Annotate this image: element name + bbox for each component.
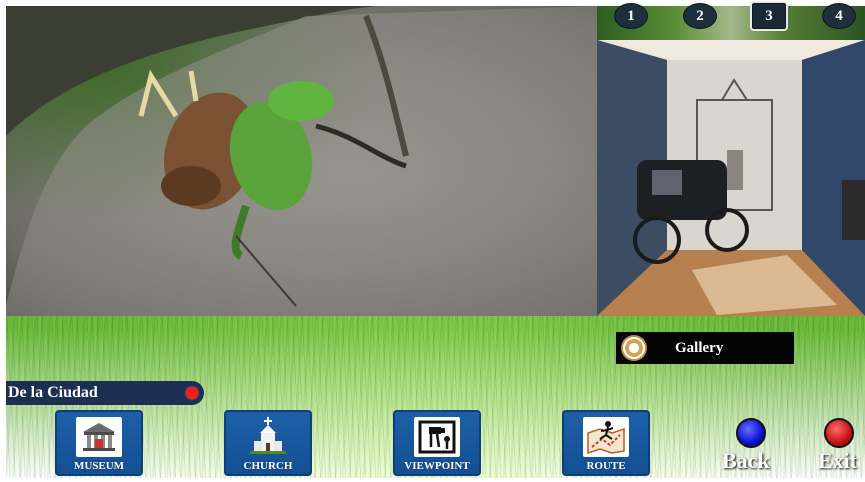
viewpoint-label: VIEWPOINT <box>404 460 470 472</box>
gallery-label: Gallery <box>675 339 724 356</box>
gallery-label-box[interactable]: Gallery <box>616 332 794 364</box>
route-label: ROUTE <box>586 460 626 472</box>
viewpoint-button[interactable]: VIEWPOINT <box>393 410 481 476</box>
location-status-dot <box>186 387 198 399</box>
route-icon <box>583 417 629 457</box>
location-bar: De la Ciudad <box>6 381 204 405</box>
back-label[interactable]: Back <box>722 448 770 474</box>
video-player[interactable] <box>6 6 597 316</box>
location-name: De la Ciudad <box>8 384 98 401</box>
thumbnail-button-1[interactable]: 1 <box>614 3 648 29</box>
route-button[interactable]: ROUTE <box>562 410 650 476</box>
gallery-photo[interactable] <box>597 40 865 316</box>
gallery-emblem-icon <box>621 335 647 361</box>
church-button[interactable]: CHURCH <box>224 410 312 476</box>
exit-label[interactable]: Exit <box>818 448 857 474</box>
museum-icon <box>76 417 122 457</box>
thumbnail-button-3[interactable]: 3 <box>750 1 788 31</box>
video-frame-insect <box>6 6 597 316</box>
museum-label: MUSEUM <box>73 460 125 472</box>
app-root: 1 2 3 4 Gallery De la Ciudad MUSEUM CHUR… <box>0 0 865 482</box>
church-icon <box>245 417 291 457</box>
church-label: CHURCH <box>243 460 293 472</box>
back-button[interactable] <box>736 418 766 448</box>
thumbnail-button-2[interactable]: 2 <box>683 3 717 29</box>
exit-button[interactable] <box>824 418 854 448</box>
thumbnail-button-4[interactable]: 4 <box>822 3 856 29</box>
photo-carriage-room <box>597 40 865 316</box>
museum-button[interactable]: MUSEUM <box>55 410 143 476</box>
frame-edge <box>0 478 865 482</box>
viewpoint-icon <box>414 417 460 457</box>
